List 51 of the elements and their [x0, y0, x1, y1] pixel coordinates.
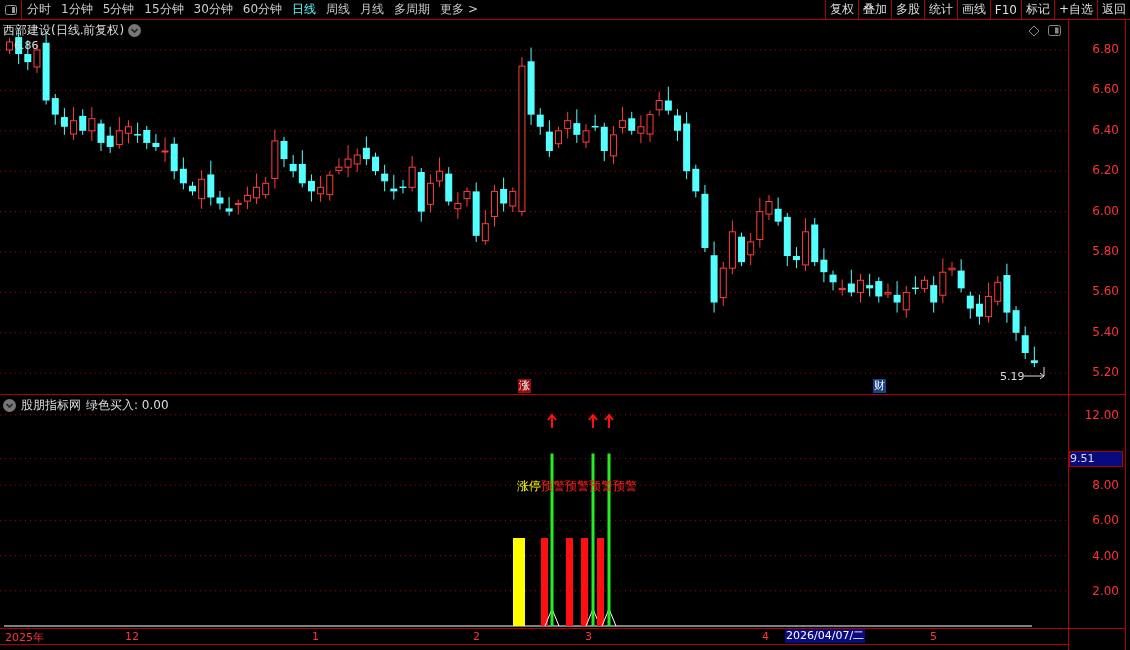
price-axis-label: 6.80: [1092, 42, 1119, 56]
chevron-down-icon[interactable]: [128, 24, 142, 37]
price-axis-label: 6.20: [1092, 163, 1119, 178]
period-tab[interactable]: 15分钟: [139, 1, 189, 18]
time-axis-label: 3: [585, 630, 592, 643]
up-arrow-icon: [604, 413, 614, 429]
period-tab[interactable]: 日线: [287, 1, 322, 18]
indicator-axis-label: 2.00: [1092, 583, 1119, 598]
price-axis-label: 6.00: [1092, 203, 1119, 218]
price-axis-label: 6.60: [1092, 82, 1119, 97]
period-tab[interactable]: 30分钟: [188, 1, 238, 18]
chevron-down-icon[interactable]: [3, 399, 16, 412]
period-tab[interactable]: 5分钟: [97, 1, 140, 18]
price-axis-label: 5.20: [1092, 365, 1119, 380]
period-tab[interactable]: 月线: [355, 1, 390, 18]
period-tab[interactable]: 多周期: [389, 1, 436, 18]
period-tab[interactable]: 分时: [22, 1, 56, 18]
indicator-reading: 绿色买入: 0.00: [86, 397, 169, 414]
period-tab[interactable]: 更多 >: [435, 1, 483, 18]
indicator-axis-label: 8.00: [1092, 478, 1119, 493]
arrow-icon: [1024, 366, 1046, 380]
panel-icon: [4, 4, 17, 15]
period-tab[interactable]: 60分钟: [237, 1, 288, 18]
chart-title: 西部建设(日线.前复权): [3, 22, 125, 39]
cursor-date-label: 2026/04/07/二: [785, 629, 866, 643]
up-arrow-icon: [547, 413, 557, 429]
price-axis-label: 5.80: [1092, 244, 1119, 258]
time-axis-label: 12: [125, 630, 139, 643]
current-value-label: 9.51: [1069, 450, 1123, 467]
event-marker[interactable]: 财: [873, 379, 886, 393]
time-axis-label: 1: [312, 630, 319, 643]
time-axis-label: 2: [473, 630, 480, 643]
indicator-axis-label: 6.00: [1092, 513, 1119, 528]
event-marker[interactable]: 涨: [518, 379, 531, 393]
price-axis-label: 5.60: [1092, 284, 1119, 299]
time-axis-label: 4: [762, 630, 769, 643]
indicator-name: 股朋指标网: [21, 397, 81, 414]
signal-label: 预警: [565, 478, 589, 495]
period-tab[interactable]: 1分钟: [56, 1, 98, 18]
up-arrow-icon: [588, 413, 598, 429]
low-price-label: 5.19: [1000, 370, 1025, 383]
time-axis-label: 2025年: [5, 630, 44, 645]
period-tab[interactable]: 周线: [321, 1, 356, 18]
time-axis-label: 5: [930, 630, 937, 643]
signal-label: 预警: [613, 478, 637, 495]
price-axis-label: 6.40: [1092, 122, 1119, 137]
chart-tool-icons[interactable]: [1028, 25, 1062, 37]
signal-label: 涨停: [517, 478, 541, 495]
indicator-axis-label: 12.00: [1084, 407, 1119, 422]
price-axis-label: 5.40: [1092, 324, 1119, 339]
indicator-axis-label: 4.00: [1092, 548, 1119, 563]
